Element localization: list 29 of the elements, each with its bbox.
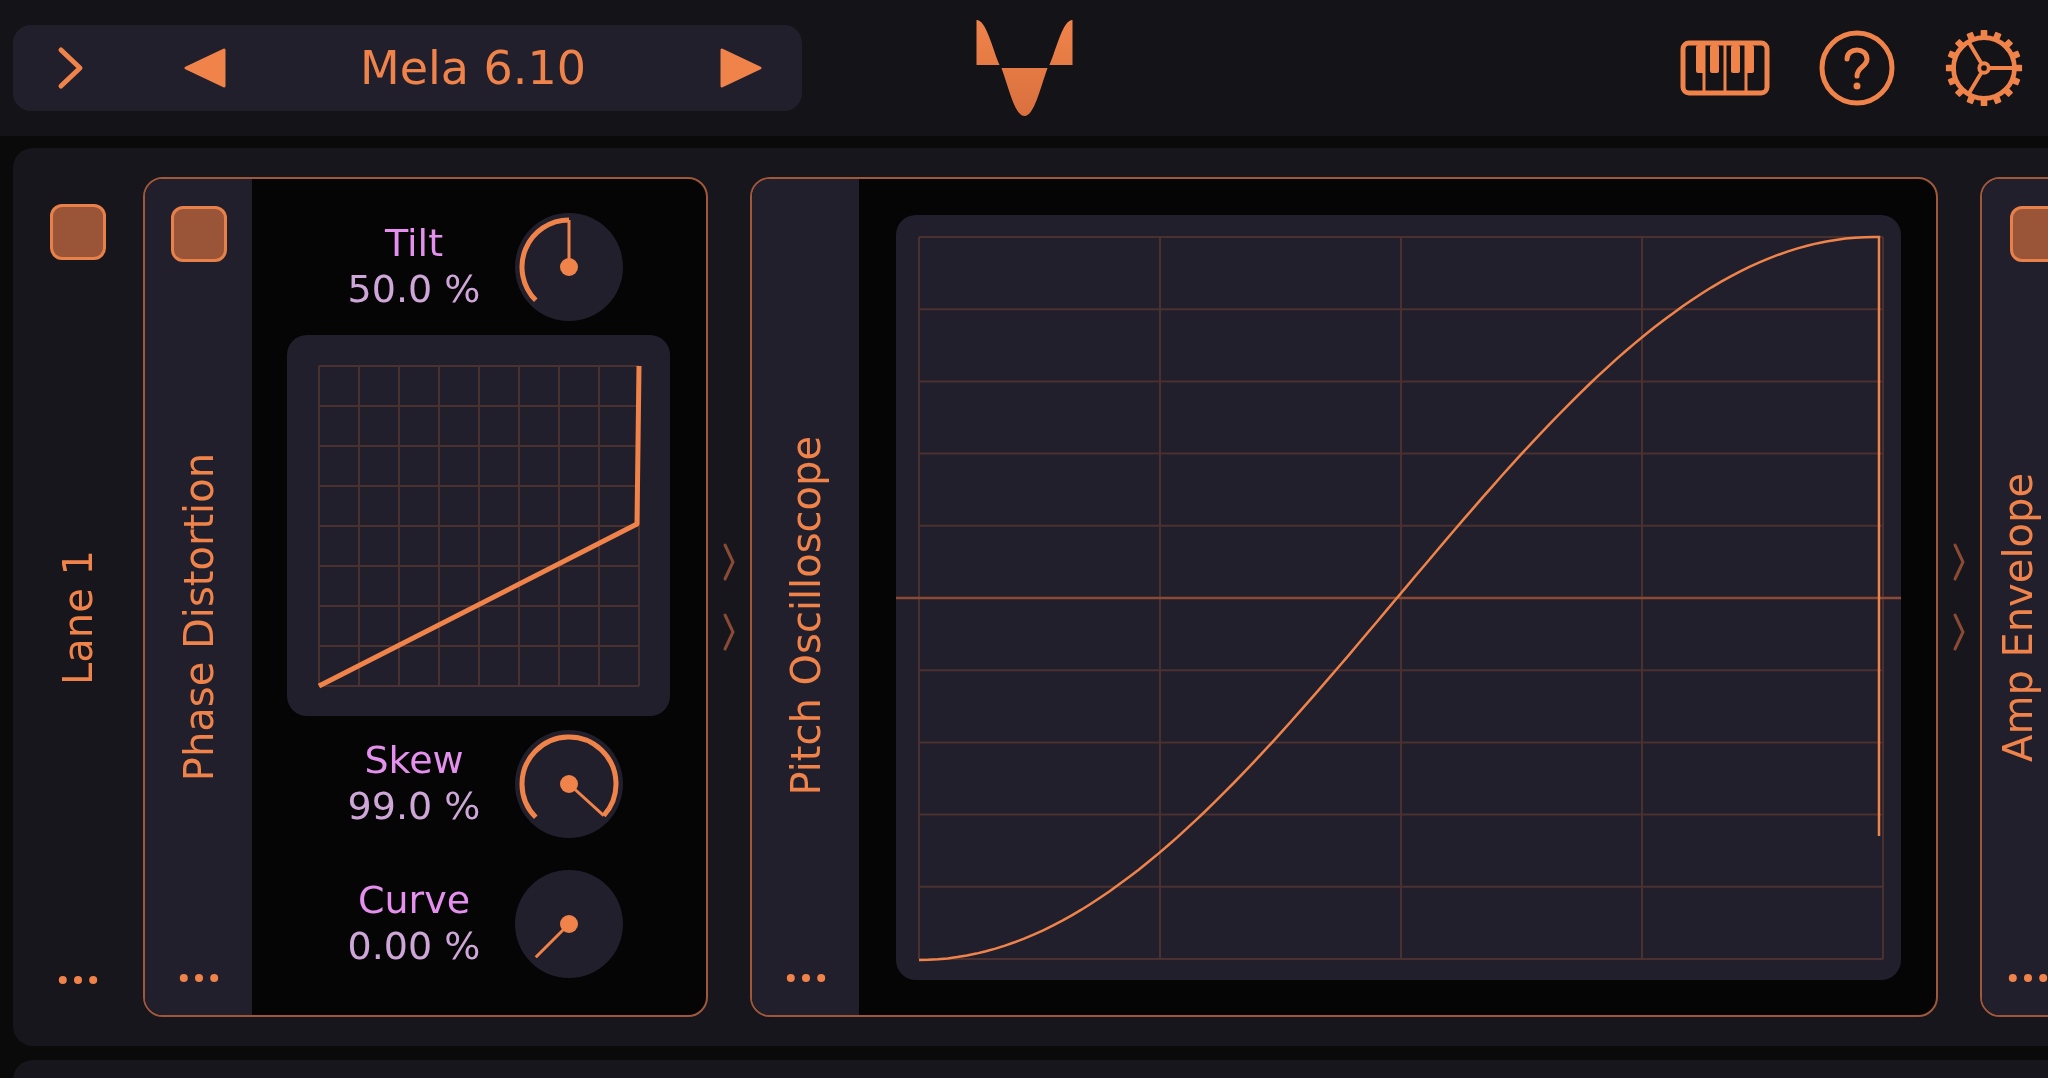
knob[interactable] [515, 730, 623, 838]
lane-title: Lane 1 [54, 550, 102, 685]
module-title: Phase Distortion [174, 453, 223, 782]
knob-label: Curve [357, 878, 471, 924]
module-title: Pitch Oscilloscope [781, 436, 830, 796]
knob[interactable] [515, 870, 623, 978]
chevron-icon [1952, 612, 1966, 652]
chevron-icon [722, 612, 736, 652]
knob-label: Tilt [384, 221, 444, 267]
settings-button[interactable] [1944, 28, 2024, 108]
toggle[interactable] [170, 206, 227, 262]
more-icon[interactable] [178, 973, 219, 983]
chevron-icon [1952, 542, 1966, 582]
help-button[interactable] [1818, 29, 1896, 107]
knob-value: 50.0 % [347, 267, 481, 313]
toggle[interactable] [50, 204, 106, 260]
previous-button[interactable] [184, 47, 228, 89]
knob-label: Skew [364, 738, 464, 784]
more-icon[interactable] [58, 975, 98, 985]
knob-value: 0.00 % [347, 924, 481, 970]
more-icon[interactable] [2008, 973, 2048, 983]
preset-name: Mela 6.10 [359, 41, 587, 95]
knob-value: 99.0 % [347, 784, 481, 830]
keyboard-button[interactable] [1680, 40, 1770, 96]
knob[interactable] [515, 213, 623, 321]
chevron-icon [722, 542, 736, 582]
more-icon[interactable] [785, 973, 826, 983]
module-title: Amp Envelope [1994, 473, 2042, 762]
next-button[interactable] [718, 47, 762, 89]
